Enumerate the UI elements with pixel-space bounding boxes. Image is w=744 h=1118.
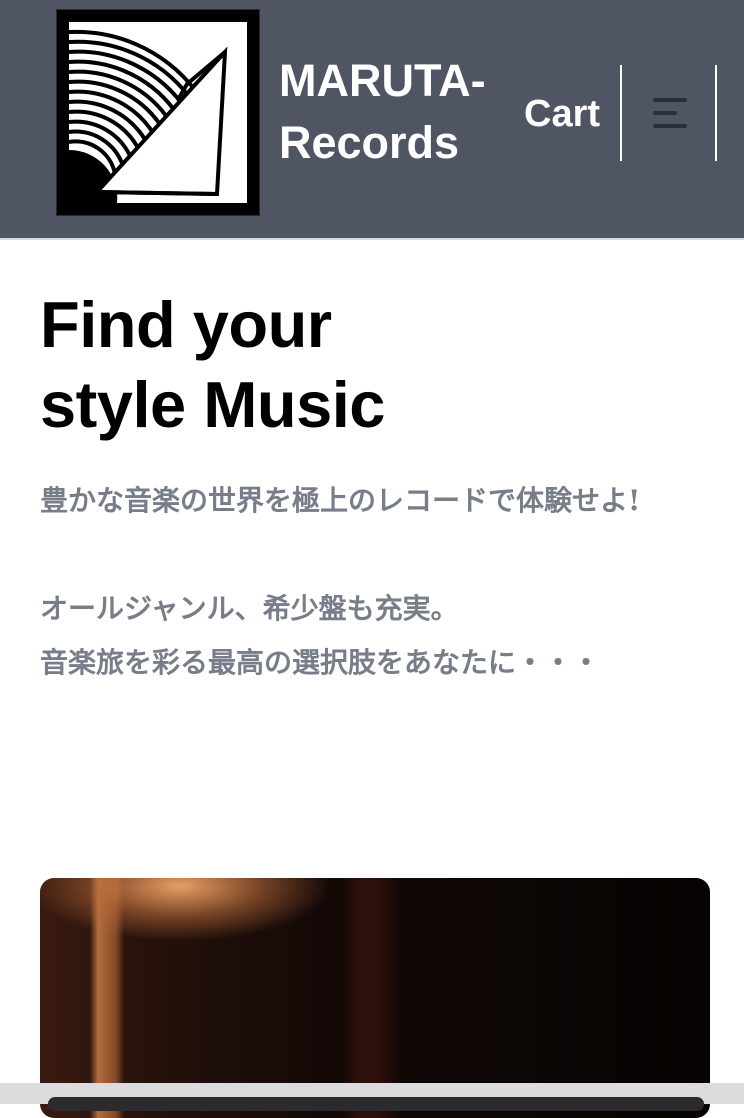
hero-paragraph-2-line-2: 音楽旅を彩る最高の選択肢をあなたに・・・ — [40, 646, 601, 679]
hero-paragraph-1: 豊かな音楽の世界を極上のレコードで体験せよ! — [40, 484, 641, 517]
record-vinyl-logo-icon — [68, 22, 247, 203]
browser-bottom-bar — [0, 1083, 744, 1111]
lamp-photo-image — [40, 878, 710, 1118]
hero-paragraph-2-line-1: オールジャンル、希少盤も充実。 — [40, 592, 459, 625]
hamburger-menu-icon — [653, 98, 687, 128]
address-bar[interactable] — [48, 1097, 704, 1111]
hero-title: Find your style Music — [40, 285, 680, 445]
hero-title-line-2: style Music — [40, 368, 385, 441]
brand-line-1: MARUTA- — [279, 55, 486, 106]
site-brand-name[interactable]: MARUTA- Records — [279, 50, 515, 174]
logo[interactable] — [56, 9, 260, 216]
header-divider — [620, 65, 622, 161]
site-header: MARUTA- Records Cart — [0, 0, 744, 240]
hero-description: 豊かな音楽の世界を極上のレコードで体験せよ! オールジャンル、希少盤も充実。 音… — [40, 474, 710, 690]
brand-line-2: Records — [279, 117, 460, 168]
cart-link[interactable]: Cart — [524, 88, 616, 140]
header-divider — [715, 65, 717, 161]
hero-title-line-1: Find your — [40, 288, 332, 361]
menu-button[interactable] — [638, 84, 702, 144]
